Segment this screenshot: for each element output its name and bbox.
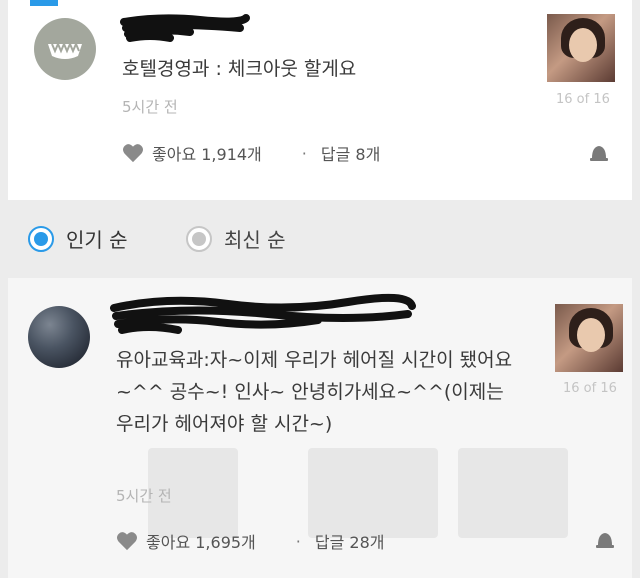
redacted-username: [110, 293, 416, 334]
radio-selected-icon[interactable]: [28, 225, 54, 252]
bell-icon[interactable]: [588, 141, 610, 163]
like-count[interactable]: 좋아요 1,914개: [152, 141, 262, 165]
comment-timestamp: 5시간 전: [116, 487, 172, 505]
comment-actions: 좋아요 1,695개 · 답글 28개: [116, 529, 384, 553]
sort-option-popular[interactable]: 인기 순: [28, 224, 128, 253]
sort-bar: 인기 순 최신 순: [0, 200, 640, 278]
avatar[interactable]: [34, 18, 96, 80]
separator: ·: [295, 531, 301, 551]
heart-icon[interactable]: [122, 143, 144, 163]
reply-count[interactable]: 답글 8개: [321, 141, 380, 165]
overlay-shape: [458, 448, 568, 538]
comment-card: 유아교육과:자~이제 우리가 헤어질 시간이 됐어요~^^ 공수~! 인사~ 안…: [8, 278, 632, 578]
comment-card: 호텔경영과 : 체크아웃 할게요 5시간 전 16 of 16 좋아요 1,91…: [8, 0, 632, 200]
redacted-username: [120, 14, 250, 42]
profile-thumbnail[interactable]: [547, 14, 615, 82]
like-count[interactable]: 좋아요 1,695개: [146, 529, 256, 553]
reply-count[interactable]: 답글 28개: [315, 529, 385, 553]
sort-popular-label: 인기 순: [66, 228, 128, 252]
photo-pager: 16 of 16: [563, 381, 617, 396]
comment-text: 유아교육과:자~이제 우리가 헤어질 시간이 됐어요~^^ 공수~! 인사~ 안…: [116, 349, 513, 435]
comment-actions: 좋아요 1,914개 · 답글 8개: [122, 141, 380, 165]
heart-icon[interactable]: [116, 531, 138, 551]
top-indicator: [30, 0, 58, 6]
comment-timestamp: 5시간 전: [122, 98, 178, 116]
separator: ·: [301, 143, 307, 163]
sort-option-recent[interactable]: 최신 순: [186, 224, 286, 253]
photo-pager: 16 of 16: [556, 92, 610, 107]
avatar[interactable]: [28, 306, 90, 368]
bell-icon[interactable]: [594, 528, 616, 550]
comment-text: 호텔경영과 : 체크아웃 할게요: [122, 58, 357, 80]
overlay-shape: [308, 448, 438, 538]
radio-unselected-icon[interactable]: [186, 225, 212, 252]
profile-thumbnail[interactable]: [555, 304, 623, 372]
sort-recent-label: 최신 순: [224, 228, 286, 252]
